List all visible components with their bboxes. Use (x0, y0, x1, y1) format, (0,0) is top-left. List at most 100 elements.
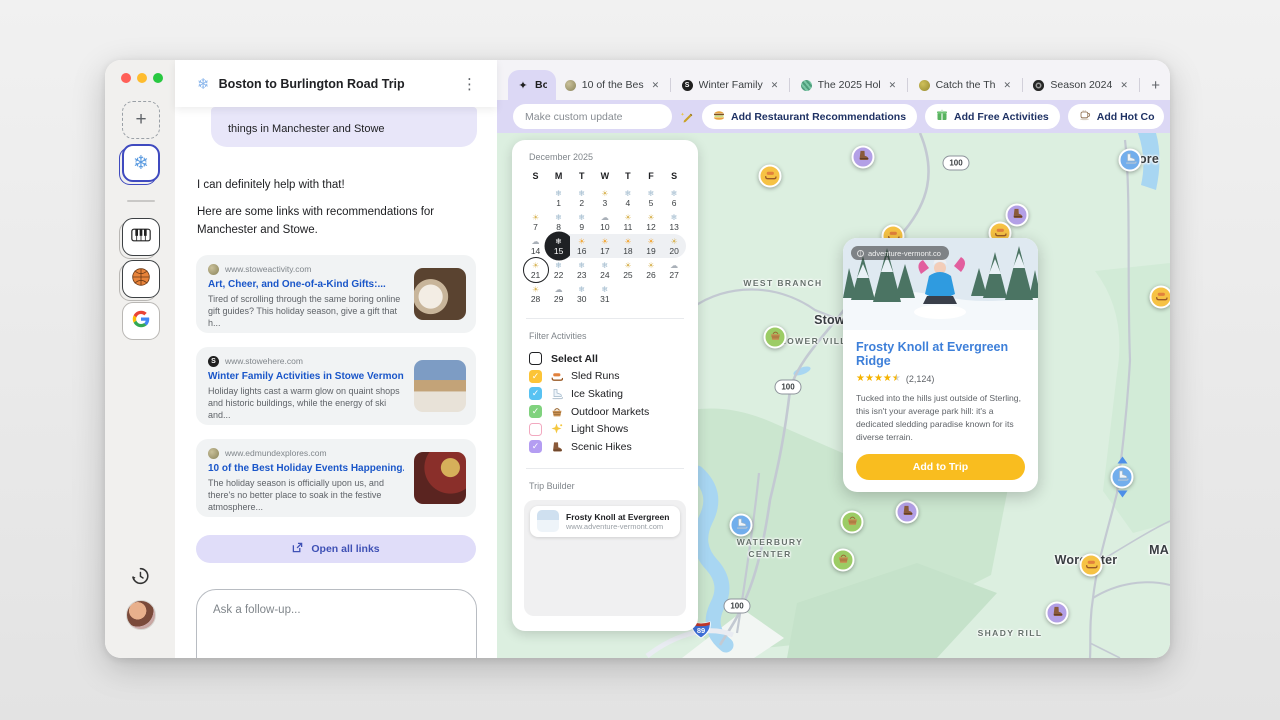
sidebar-item-google-app[interactable] (122, 302, 160, 340)
new-project-button[interactable]: + (122, 101, 160, 139)
map-marker-skate[interactable] (1110, 465, 1134, 489)
calendar-day-11[interactable]: ☀ 11 (616, 210, 639, 234)
calendar-day-21[interactable]: ☀ 21 (524, 258, 547, 282)
calendar-day-31[interactable]: ❄ 31 (593, 282, 616, 306)
calendar-day-24[interactable]: ❄ 24 (593, 258, 616, 282)
filter-row-select-all[interactable]: Select All (524, 350, 686, 368)
chip-add-restaurant-recommendations[interactable]: Add Restaurant Recommendations (702, 104, 918, 129)
calendar-day-18[interactable]: ☀ 18 (616, 234, 640, 258)
window-close-button[interactable] (121, 73, 131, 83)
browser-panel: ✦ Boston to Burlin 10 of the Bes ✕ S Winter F… (497, 60, 1170, 658)
tab-winter-family[interactable]: S Winter Family ✕ (673, 70, 788, 100)
map-marker-market[interactable] (763, 325, 787, 349)
tab-boston-to-burlin[interactable]: ✦ Boston to Burlin (508, 70, 556, 100)
custom-update-input[interactable] (513, 104, 672, 129)
new-tab-button[interactable]: + (1141, 77, 1170, 94)
calendar-day-3[interactable]: ☀ 3 (593, 186, 616, 210)
filter-row-outdoor-markets[interactable]: ✓ Outdoor Markets (524, 403, 686, 421)
tab-the-2025-hol[interactable]: The 2025 Hol ✕ (792, 70, 906, 100)
calendar-day-22[interactable]: ❄ 22 (547, 258, 570, 282)
tab-season-2024[interactable]: Season 2024 ✕ (1024, 70, 1136, 100)
calendar-day-4[interactable]: ❄ 4 (616, 186, 639, 210)
calendar-day-1[interactable]: ❄ 1 (547, 186, 570, 210)
calendar-day-19[interactable]: ☀ 19 (639, 234, 663, 258)
calendar-day-25[interactable]: ☀ 25 (616, 258, 639, 282)
tab-10-of-the-bes[interactable]: 10 of the Bes ✕ (556, 70, 668, 100)
history-button[interactable] (129, 565, 153, 589)
checkbox[interactable]: ✓ (529, 387, 542, 401)
window-minimize-button[interactable] (137, 73, 147, 83)
calendar-day-9[interactable]: ❄ 9 (570, 210, 593, 234)
map-canvas[interactable]: WEST BRANCH Stowe LOWER VILLAGE WATERBURY CE… (497, 133, 1170, 658)
popup-title-link[interactable]: Frosty Knoll at Evergreen Ridge (856, 340, 1025, 368)
calendar-day-30[interactable]: ❄ 30 (570, 282, 593, 306)
tab-close-icon[interactable]: ✕ (1004, 80, 1012, 91)
add-to-trip-button[interactable]: Add to Trip (856, 453, 1025, 480)
map-marker-sled[interactable] (1079, 553, 1103, 577)
popup-photo: adventure-vermont.co (843, 238, 1038, 330)
tab-close-icon[interactable]: ✕ (771, 80, 779, 91)
map-marker-sled[interactable] (1149, 285, 1170, 309)
link-card[interactable]: www.stoweactivity.com Art, Cheer, and One… (196, 254, 476, 333)
calendar-day-7[interactable]: ☀ 7 (524, 210, 547, 234)
chat-menu-button[interactable]: ⋮ (458, 73, 481, 95)
filter-row-sled-runs[interactable]: ✓ Sled Runs (524, 368, 686, 386)
filter-row-scenic-hikes[interactable]: ✓ Scenic Hikes (524, 438, 686, 456)
calendar-day-13[interactable]: ❄ 13 (663, 210, 686, 234)
calendar-day-28[interactable]: ☀ 28 (524, 282, 547, 306)
checkbox[interactable]: ✓ (529, 405, 542, 419)
window-zoom-button[interactable] (153, 73, 163, 83)
chip-add-free-activities[interactable]: Add Free Activities (925, 104, 1060, 129)
link-card-title[interactable]: Art, Cheer, and One-of-a-Kind Gifts:... (208, 279, 404, 290)
sidebar-item-piano-app[interactable] (122, 218, 160, 256)
calendar-day-20[interactable]: ☀ 20 (662, 234, 686, 258)
calendar-day-6[interactable]: ❄ 6 (663, 186, 686, 210)
calendar-day-26[interactable]: ☀ 26 (639, 258, 662, 282)
tab-close-icon[interactable]: ✕ (889, 80, 897, 91)
checkbox[interactable]: ✓ (529, 440, 542, 454)
map-marker-hike[interactable] (895, 500, 919, 524)
magic-pencil-icon[interactable] (680, 106, 694, 128)
calendar-day-29[interactable]: ☁ 29 (547, 282, 570, 306)
calendar-day-27[interactable]: ☁ 27 (663, 258, 686, 282)
calendar-day-16[interactable]: ☀ 16 (570, 234, 594, 258)
tab-close-icon[interactable]: ✕ (652, 80, 660, 91)
link-card[interactable]: www.edmundexplores.com 10 of the Best Hol… (196, 438, 476, 517)
checkbox[interactable] (529, 422, 542, 436)
map-marker-skate[interactable] (1118, 148, 1142, 172)
link-card[interactable]: Swww.stowehere.com Winter Family Activiti… (196, 346, 476, 425)
open-all-links-button[interactable]: Open all links (196, 534, 476, 563)
calendar-day-15[interactable]: ❄ 15 (547, 234, 571, 258)
calendar-day-10[interactable]: ☁ 10 (593, 210, 616, 234)
link-card-title[interactable]: Winter Family Activities in Stowe Vermon… (208, 371, 404, 382)
checkbox[interactable]: ✓ (529, 369, 542, 383)
map-marker-hike[interactable] (1005, 203, 1029, 227)
sidebar-item-trip-app[interactable]: ❄ (122, 144, 160, 182)
chip-add-hot-co[interactable]: Add Hot Co (1067, 104, 1164, 129)
tab-catch-the-th[interactable]: Catch the Th ✕ (910, 70, 1020, 100)
map-marker-skate[interactable] (729, 513, 753, 537)
calendar-day-2[interactable]: ❄ 2 (570, 186, 593, 210)
calendar-day-8[interactable]: ❄ 8 (547, 210, 570, 234)
calendar-day-12[interactable]: ☀ 12 (639, 210, 662, 234)
follow-up-input[interactable] (196, 588, 477, 658)
filter-row-light-shows[interactable]: Light Shows (524, 420, 686, 438)
map-marker-market[interactable] (831, 548, 855, 572)
checkbox[interactable] (529, 352, 542, 366)
map-marker-hike[interactable] (851, 145, 875, 169)
user-avatar[interactable] (126, 600, 156, 630)
svg-text:89: 89 (697, 626, 705, 635)
tab-close-icon[interactable]: ✕ (1120, 80, 1128, 91)
filter-row-ice-skating[interactable]: ✓ Ice Skating (524, 385, 686, 403)
link-card-title[interactable]: 10 of the Best Holiday Events Happening.… (208, 463, 404, 474)
skate-icon (550, 387, 563, 400)
map-marker-market[interactable] (840, 510, 864, 534)
part-weather-icon: ☀ (531, 212, 540, 222)
trip-builder-item[interactable]: Frosty Knoll at Evergreen www.adventure-… (530, 505, 680, 537)
sidebar-item-basketball-app[interactable] (122, 260, 160, 298)
calendar-day-17[interactable]: ☀ 17 (593, 234, 617, 258)
calendar-day-5[interactable]: ❄ 5 (639, 186, 662, 210)
map-marker-hike[interactable] (1045, 601, 1069, 625)
map-marker-sled[interactable] (758, 164, 782, 188)
calendar-day-23[interactable]: ❄ 23 (570, 258, 593, 282)
